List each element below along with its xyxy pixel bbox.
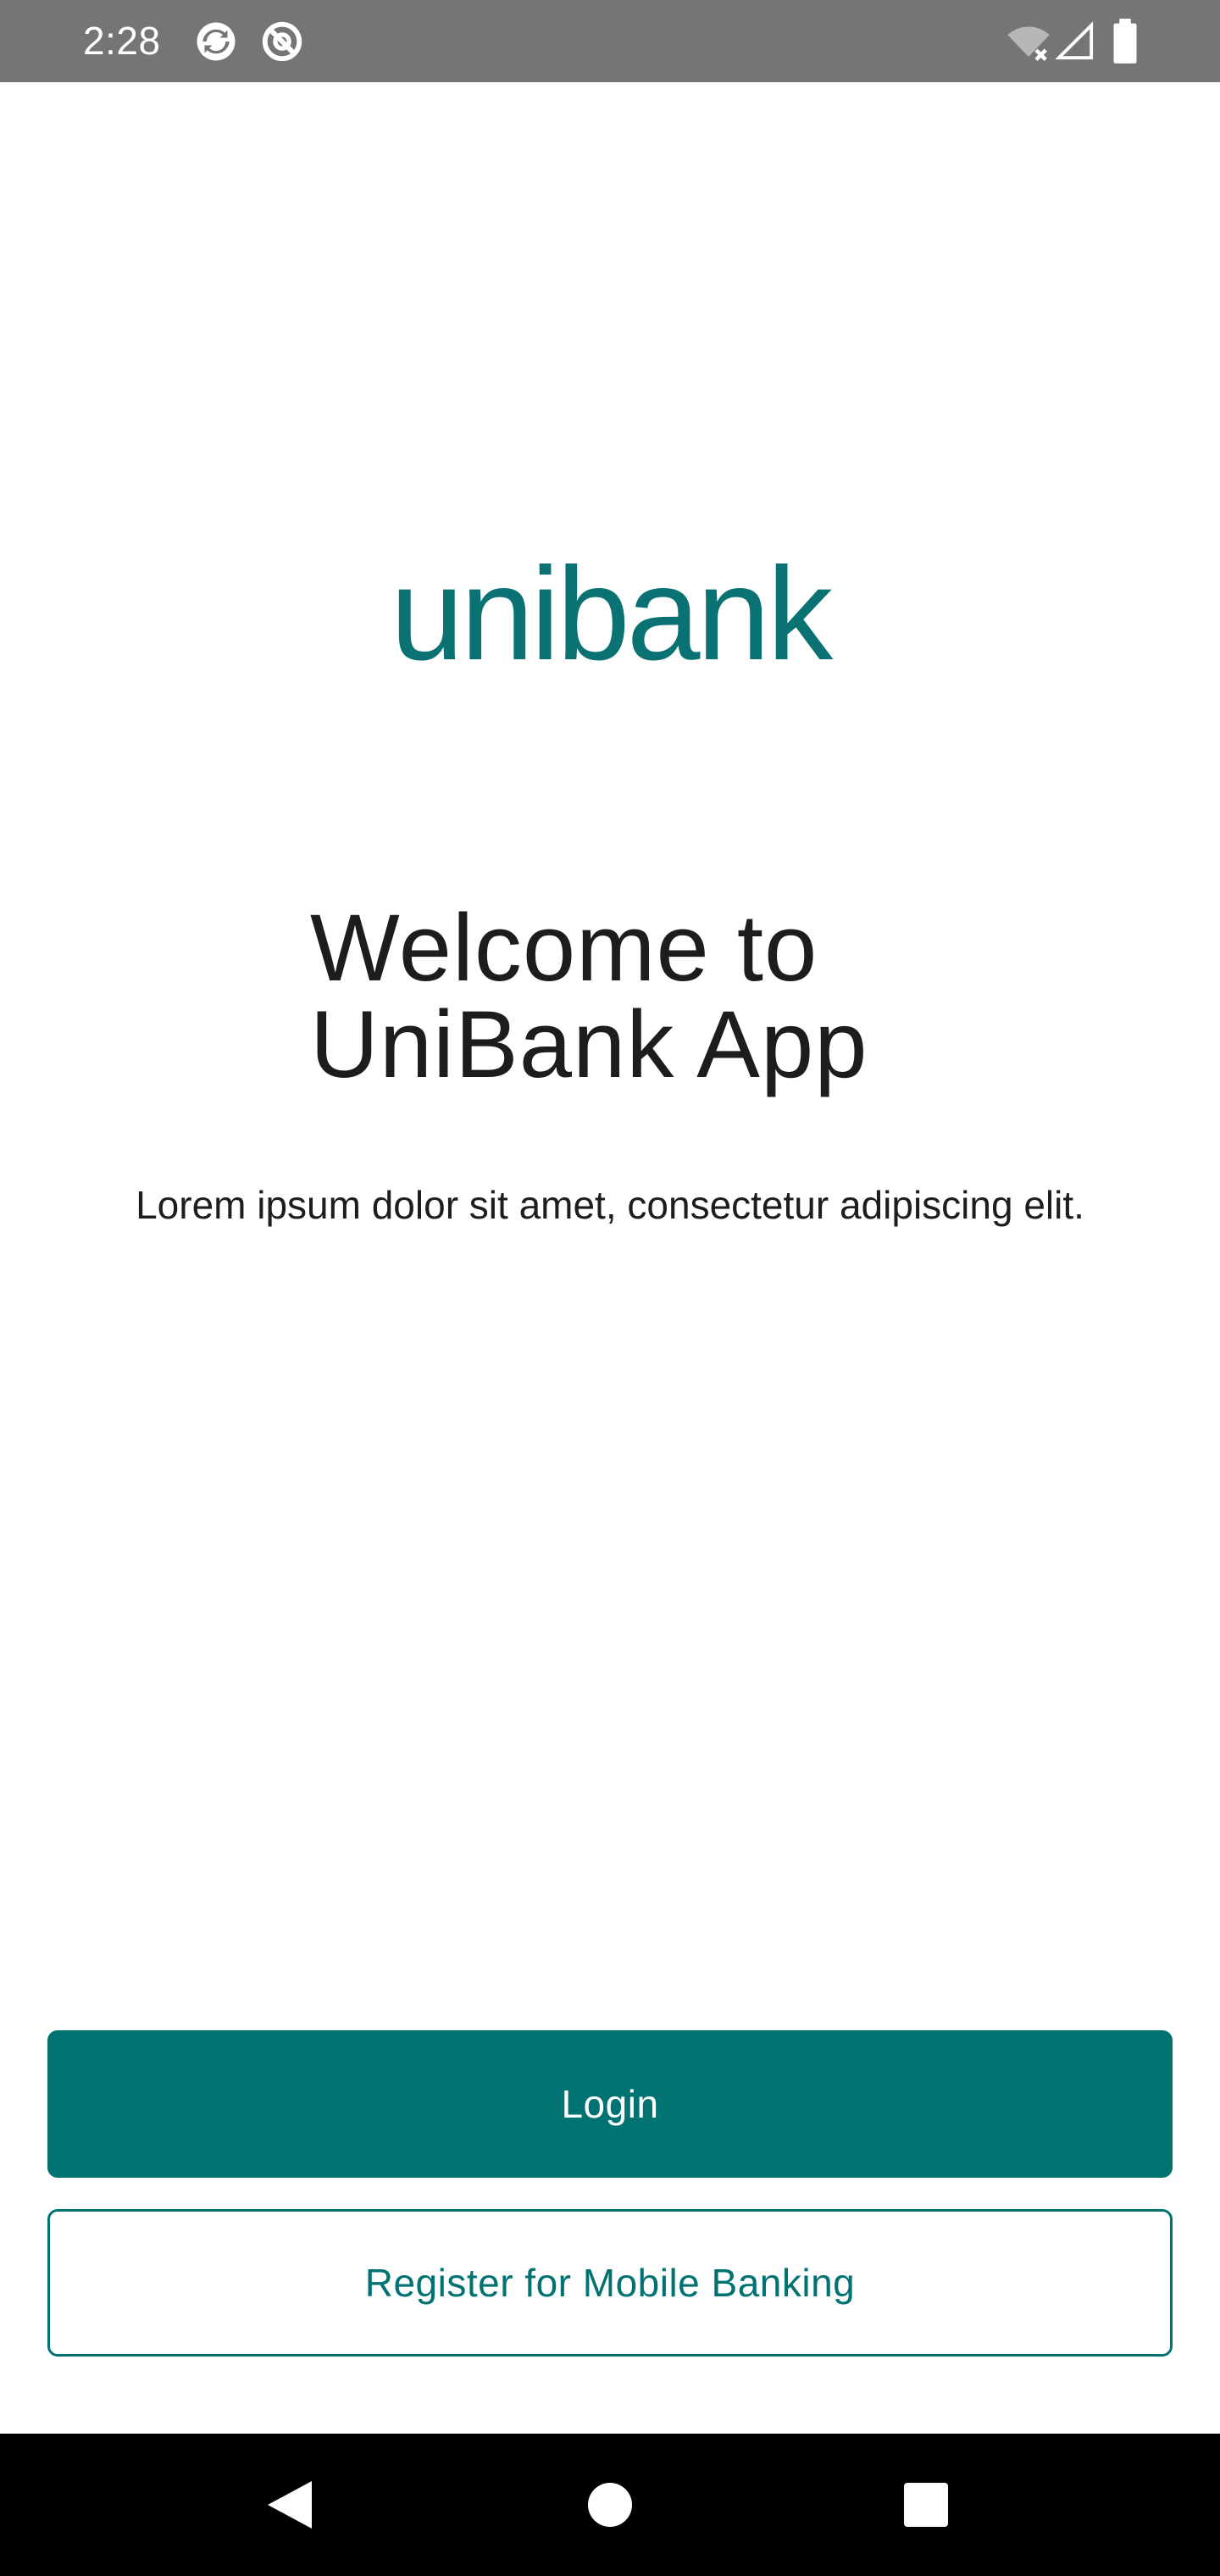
cellular-signal-icon [1056, 19, 1095, 64]
system-navigation-bar [0, 2434, 1220, 2576]
data-saver-notification-icon [259, 19, 305, 64]
battery-icon [1110, 19, 1140, 64]
welcome-subtitle: Lorem ipsum dolor sit amet, consectetur … [136, 1183, 1084, 1227]
unibank-logo: unibank [390, 541, 833, 688]
home-icon[interactable] [576, 2471, 644, 2539]
welcome-title-line-2: UniBank App [310, 991, 868, 1097]
back-icon[interactable] [254, 2471, 322, 2539]
register-mobile-banking-button[interactable]: Register for Mobile Banking [47, 2209, 1173, 2357]
login-button[interactable]: Login [47, 2030, 1173, 2178]
register-button-label: Register for Mobile Banking [364, 2261, 856, 2305]
status-time: 2:28 [83, 19, 161, 63]
sync-notification-icon [193, 19, 239, 64]
wifi-off-icon [1005, 19, 1052, 64]
welcome-title: Welcome to UniBank App [310, 900, 988, 1093]
status-bar: 2:28 [0, 0, 1220, 82]
recents-icon[interactable] [892, 2471, 960, 2539]
login-button-label: Login [561, 2082, 659, 2126]
welcome-title-line-1: Welcome to [310, 895, 818, 1001]
